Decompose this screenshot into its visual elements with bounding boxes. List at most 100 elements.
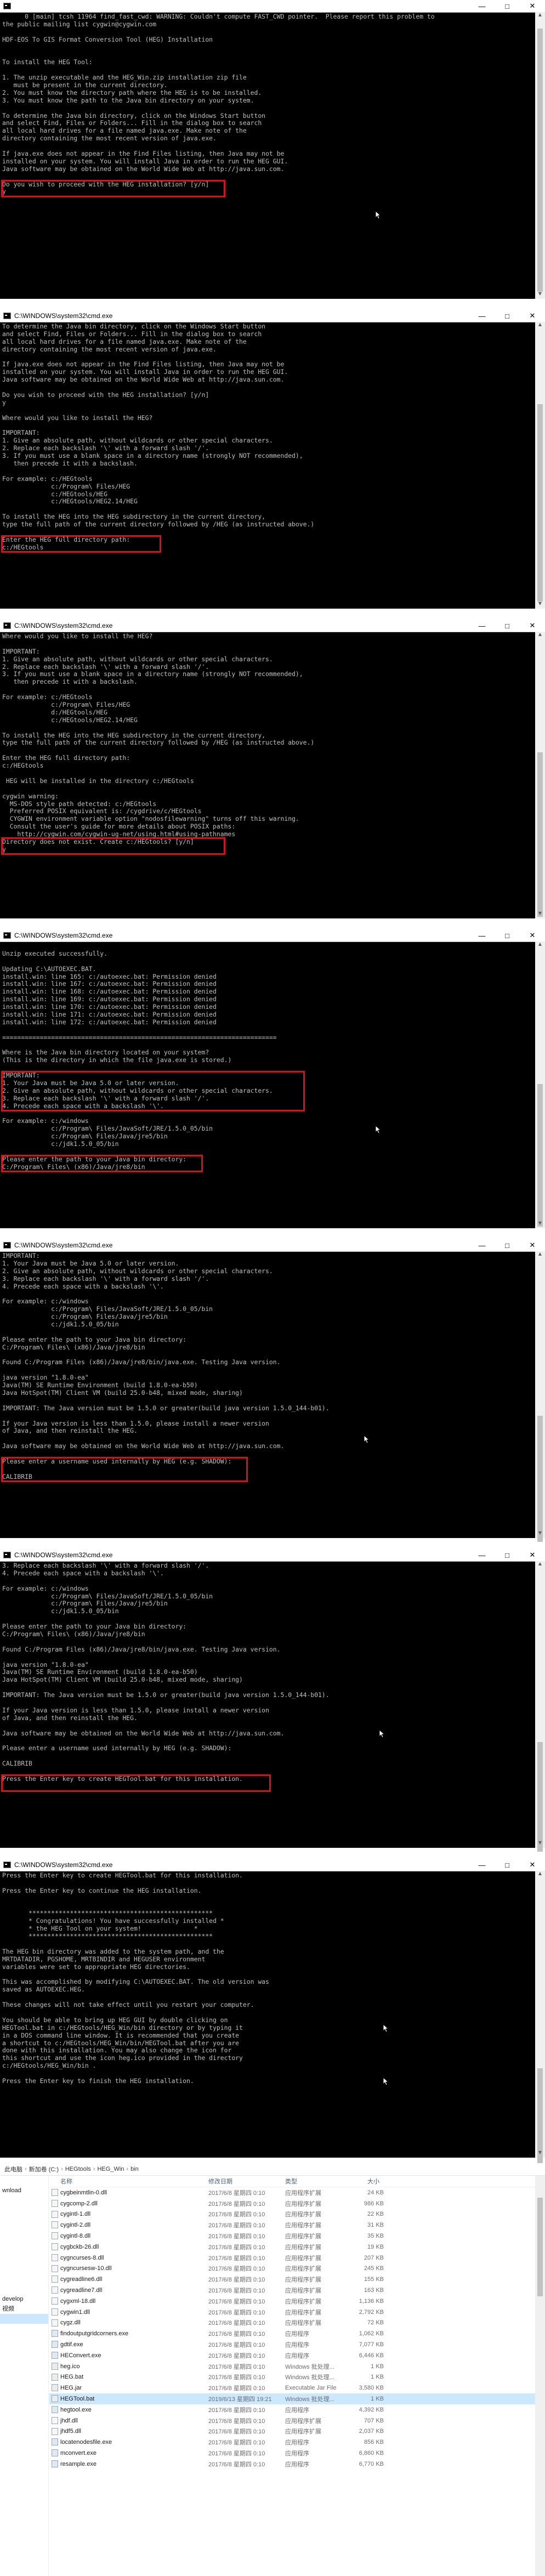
console-output[interactable]: To determine the Java bin directory, cli… [0, 322, 535, 609]
maximize-icon[interactable]: □ [495, 932, 520, 940]
window-titlebar[interactable]: — □ ✕ [0, 0, 545, 13]
nav-item[interactable] [0, 2245, 48, 2255]
scroll-up-icon[interactable]: ▲ [535, 1561, 545, 1569]
scroll-up-icon[interactable]: ▲ [535, 12, 545, 20]
window-titlebar[interactable]: C:\WINDOWS\system32\cmd.exe — □ ✕ [0, 1549, 545, 1562]
file-row[interactable]: mconvert.exe 2017/6/8 星期四 0:10 应用程序 6,860 K… [49, 2448, 535, 2459]
file-row[interactable]: cygintl-1.dll 2017/6/8 星期四 0:10 应用程序扩展 22 K… [49, 2209, 535, 2220]
file-row[interactable]: findoutputgridcorners.exe 2017/6/8 星期四 0:… [49, 2328, 535, 2339]
console-scrollbar[interactable]: ▲ ▼ [535, 1251, 545, 1542]
file-row[interactable]: cygncurses-8.dll 2017/6/8 星期四 0:10 应用程序扩展 2… [49, 2252, 535, 2263]
window-titlebar[interactable]: C:\WINDOWS\system32\cmd.exe — □ ✕ [0, 620, 545, 632]
minimize-icon[interactable]: — [469, 2, 495, 10]
file-row[interactable]: jhdf.dll 2017/6/8 星期四 0:10 应用程序扩展 707 KB [49, 2415, 535, 2426]
nav-item[interactable] [0, 2324, 48, 2334]
file-row[interactable]: HEG.bat 2017/6/8 星期四 0:10 Windows 批处理... 1 … [49, 2372, 535, 2383]
minimize-icon[interactable]: — [469, 1551, 495, 1559]
file-row[interactable]: cygz.dll 2017/6/8 星期四 0:10 应用程序扩展 72 KB [49, 2318, 535, 2329]
nav-item[interactable] [0, 2176, 48, 2186]
scrollbar-thumb[interactable] [537, 752, 543, 917]
file-row[interactable]: HEConvert.exe 2017/6/8 星期四 0:10 应用程序 6,446 … [49, 2350, 535, 2361]
file-row[interactable]: cygcomp-2.dll 2017/6/8 星期四 0:10 应用程序扩展 986 … [49, 2198, 535, 2209]
scrollbar-thumb[interactable] [537, 1742, 543, 1852]
file-row[interactable]: jhdf5.dll 2017/6/8 星期四 0:10 应用程序扩展 2,037 KB [49, 2426, 535, 2437]
window-titlebar[interactable]: C:\WINDOWS\system32\cmd.exe — □ ✕ [0, 1859, 545, 1871]
scroll-down-icon[interactable]: ▼ [535, 911, 545, 918]
scrollbar-thumb[interactable] [537, 1084, 543, 1227]
nav-item[interactable] [0, 2265, 48, 2274]
window-titlebar[interactable]: C:\WINDOWS\system32\cmd.exe — □ ✕ [0, 310, 545, 322]
close-icon[interactable]: ✕ [520, 621, 545, 630]
scroll-up-icon[interactable]: ▲ [535, 1251, 545, 1259]
nav-item[interactable] [0, 2314, 48, 2324]
scroll-down-icon[interactable]: ▼ [535, 1530, 545, 1538]
file-row[interactable]: cygreadline7.dll 2017/6/8 星期四 0:10 应用程序扩展 1… [49, 2285, 535, 2296]
scroll-up-icon[interactable]: ▲ [535, 632, 545, 639]
file-row[interactable]: gdtif.exe 2017/6/8 星期四 0:10 应用程序 7,077 KB [49, 2339, 535, 2350]
console-scrollbar[interactable]: ▲ ▼ [535, 322, 545, 609]
scroll-up-icon[interactable]: ▲ [535, 322, 545, 330]
scrollbar-thumb[interactable] [537, 404, 543, 602]
breadcrumb-item[interactable]: 此电脑 [4, 2165, 22, 2174]
console-scrollbar[interactable]: ▲ ▼ [535, 1561, 545, 1852]
maximize-icon[interactable]: □ [495, 1241, 520, 1250]
maximize-icon[interactable]: □ [495, 1861, 520, 1869]
file-row[interactable]: HEGTool.bat 2019/6/13 星期四 19:21 Windows 批处… [49, 2393, 535, 2404]
console-scrollbar[interactable]: ▲ ▼ [535, 632, 545, 918]
scrollbar-thumb[interactable] [537, 2198, 543, 2296]
file-row[interactable]: HEG.jar 2017/6/8 星期四 0:10 Executable Jar F… [49, 2382, 535, 2393]
file-row[interactable]: cygintl-8.dll 2017/6/8 星期四 0:10 应用程序扩展 35 K… [49, 2231, 535, 2242]
scroll-down-icon[interactable]: ▼ [535, 291, 545, 299]
console-output[interactable]: Where would you like to install the HEG?… [0, 632, 535, 918]
file-list-scrollbar[interactable] [535, 2176, 545, 2576]
column-header-type[interactable]: 类型 [285, 2177, 297, 2186]
minimize-icon[interactable]: — [469, 622, 495, 630]
breadcrumb-item[interactable]: HEGtools [65, 2166, 91, 2172]
close-icon[interactable]: ✕ [520, 2, 545, 10]
breadcrumb-item[interactable]: bin [130, 2166, 139, 2172]
maximize-icon[interactable]: □ [495, 1551, 520, 1559]
minimize-icon[interactable]: — [469, 312, 495, 320]
maximize-icon[interactable]: □ [495, 622, 520, 630]
close-icon[interactable]: ✕ [520, 1241, 545, 1250]
navigation-pane[interactable]: wnload develop 视频 [0, 2176, 49, 2576]
scroll-down-icon[interactable]: ▼ [535, 601, 545, 609]
file-row[interactable]: cygintl-2.dll 2017/6/8 星期四 0:10 应用程序扩展 31 K… [49, 2220, 535, 2231]
file-row[interactable]: cygxml-18.dll 2017/6/8 星期四 0:10 应用程序扩展 1,13… [49, 2296, 535, 2307]
close-icon[interactable]: ✕ [520, 1551, 545, 1559]
scroll-up-icon[interactable]: ▲ [535, 941, 545, 949]
scroll-down-icon[interactable]: ▼ [535, 1840, 545, 1848]
column-header-date[interactable]: 修改日期 [208, 2177, 232, 2186]
scroll-down-icon[interactable]: ▼ [535, 1221, 545, 1228]
close-icon[interactable]: ✕ [520, 931, 545, 940]
file-row[interactable]: heg.ico 2017/6/8 星期四 0:10 Windows 批处理... 1 … [49, 2361, 535, 2372]
nav-item[interactable] [0, 2235, 48, 2245]
file-row[interactable]: locatenodesfile.exe 2017/6/8 星期四 0:10 应用程序… [49, 2437, 535, 2448]
minimize-icon[interactable]: — [469, 932, 495, 940]
minimize-icon[interactable]: — [469, 1861, 495, 1869]
file-row[interactable]: hegtool.exe 2017/6/8 星期四 0:10 应用程序 4,392 KB [49, 2404, 535, 2415]
nav-item[interactable]: 视频 [0, 2304, 48, 2314]
window-titlebar[interactable]: C:\WINDOWS\system32\cmd.exe — □ ✕ [0, 929, 545, 942]
file-row[interactable]: resample.exe 2017/6/8 星期四 0:10 应用程序 6,770 K… [49, 2459, 535, 2470]
close-icon[interactable]: ✕ [520, 311, 545, 320]
scrollbar-thumb[interactable] [537, 29, 543, 292]
breadcrumb-item[interactable]: 新加卷 (C:) [29, 2165, 59, 2174]
maximize-icon[interactable]: □ [495, 2, 520, 10]
breadcrumb[interactable]: 此电脑 › 新加卷 (C:) › HEGtools › HEG_Win › bin [0, 2163, 545, 2176]
column-header-size[interactable]: 大小 [367, 2177, 379, 2186]
breadcrumb-item[interactable]: HEG_Win [97, 2166, 124, 2172]
nav-item[interactable]: wnload [0, 2186, 48, 2195]
console-scrollbar[interactable]: ▲ ▼ [535, 1871, 545, 2167]
nav-item[interactable] [0, 2215, 48, 2225]
scrollbar-thumb[interactable] [537, 1416, 543, 1542]
console-output[interactable]: IMPORTANT: 1. Your Java must be Java 5.0 … [0, 1251, 535, 1538]
nav-item[interactable] [0, 2225, 48, 2235]
close-icon[interactable]: ✕ [520, 1860, 545, 1869]
console-output[interactable]: Press the Enter key to create HEGTool.ba… [0, 1871, 535, 2158]
file-row[interactable]: cygreadline6.dll 2017/6/8 星期四 0:10 应用程序扩展 1… [49, 2274, 535, 2285]
minimize-icon[interactable]: — [469, 1241, 495, 1250]
console-scrollbar[interactable]: ▲ ▼ [535, 941, 545, 1228]
window-titlebar[interactable]: C:\WINDOWS\system32\cmd.exe — □ ✕ [0, 1239, 545, 1252]
nav-item[interactable] [0, 2195, 48, 2205]
